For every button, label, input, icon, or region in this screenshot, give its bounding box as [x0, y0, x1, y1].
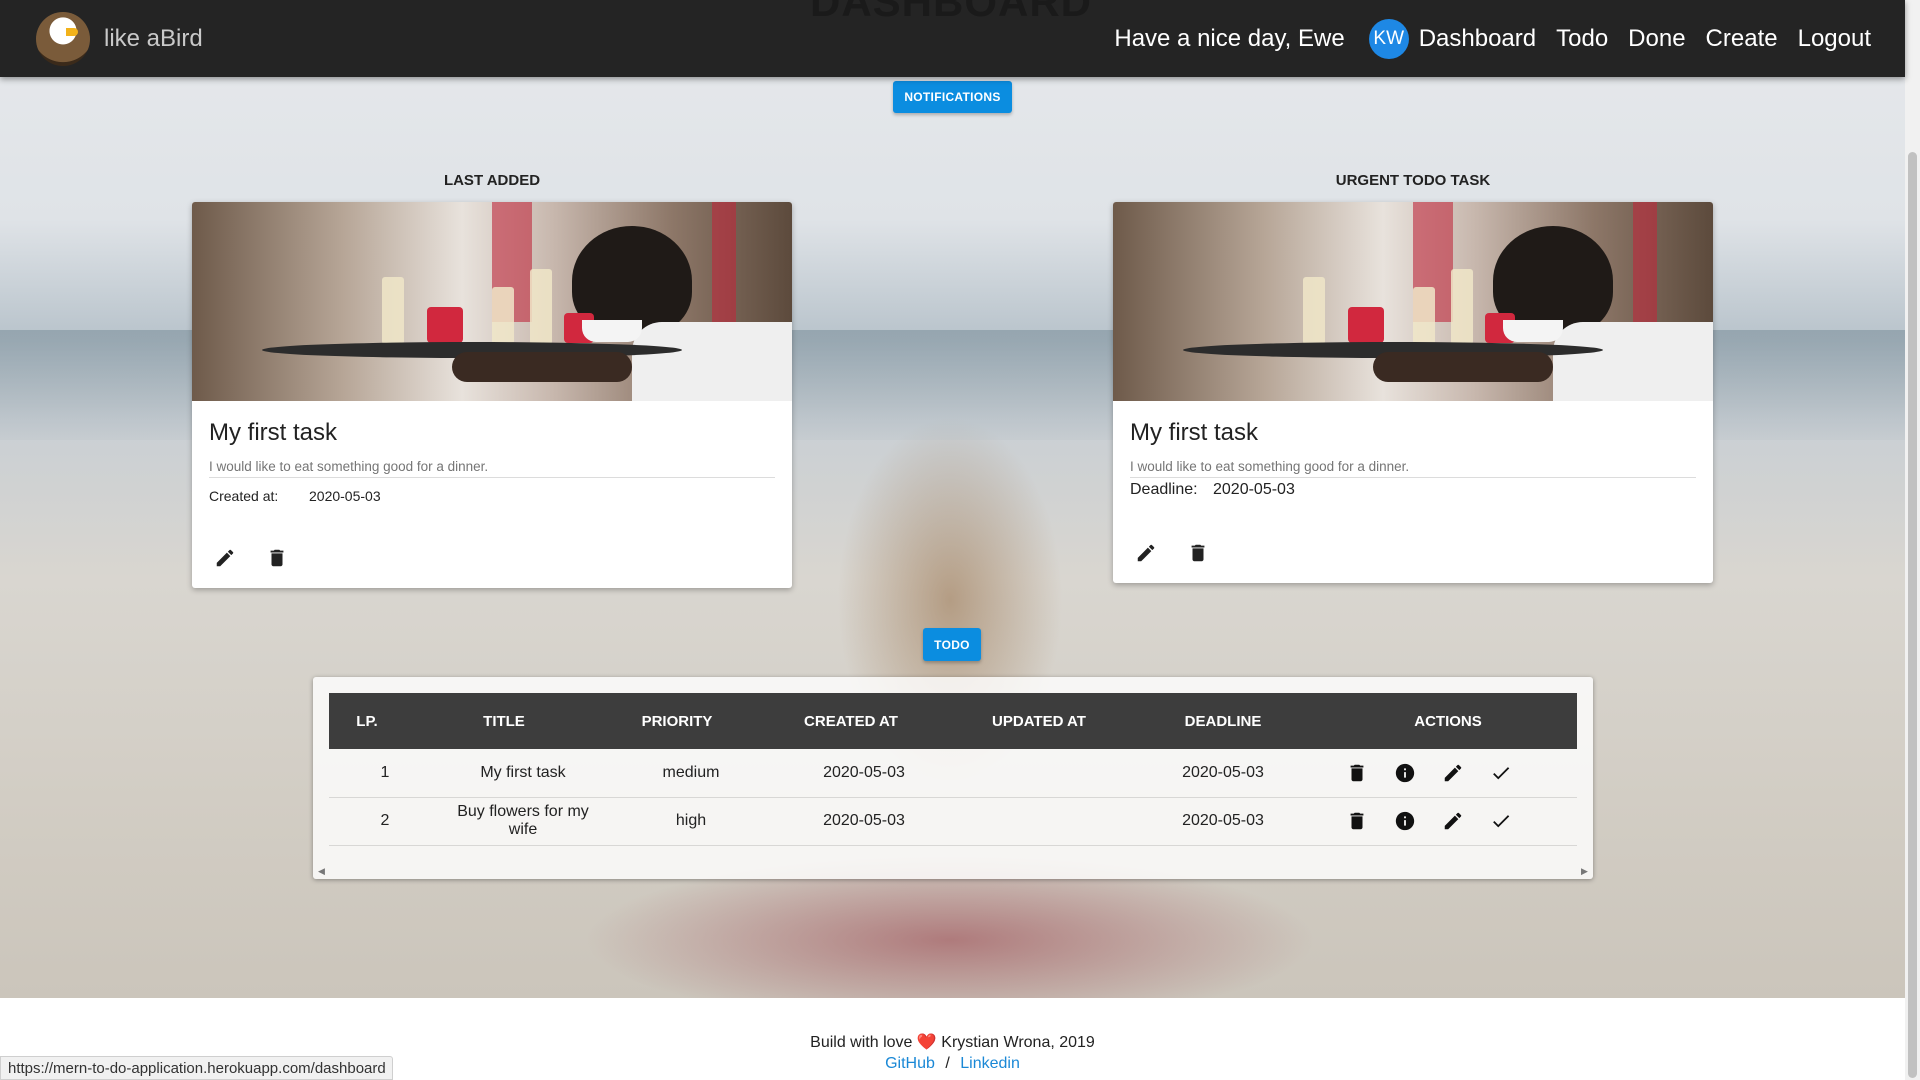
cell-priority: high [675, 812, 707, 829]
nav-link-logout[interactable]: Logout [1798, 25, 1871, 53]
linkedin-link[interactable]: Linkedin [960, 1055, 1020, 1072]
column-header-deadline[interactable]: DEADLINE [1127, 713, 1319, 730]
card-description: I would like to eat something good for a… [1130, 459, 1410, 474]
info-button[interactable] [1389, 805, 1421, 837]
column-header-actions: ACTIONS [1414, 712, 1482, 730]
nav-link-create[interactable]: Create [1706, 25, 1778, 53]
scroll-right-arrow-icon[interactable]: ▶ [1581, 866, 1588, 877]
column-header-title[interactable]: TITLE [405, 713, 603, 730]
row-actions [1319, 757, 1577, 789]
created-at-label: Created at: [209, 488, 279, 504]
cell-deadline: 2020-05-03 [1182, 812, 1264, 829]
pencil-icon [1137, 544, 1155, 562]
card-title: My first task [1130, 419, 1259, 446]
cell-title: Buy flowers for my wife [457, 803, 589, 838]
trash-icon [270, 549, 284, 567]
deadline-value: 2020-05-03 [1213, 481, 1295, 498]
pencil-icon [1444, 812, 1462, 830]
info-icon [1395, 763, 1415, 783]
card-title: My first task [209, 419, 338, 446]
cell-deadline: 2020-05-03 [1182, 764, 1264, 781]
trash-icon [1350, 764, 1364, 782]
nav-link-todo[interactable]: Todo [1556, 25, 1608, 53]
page-title: DASHBOARD [810, 0, 1092, 25]
trash-icon [1350, 812, 1364, 830]
eagle-logo-icon [36, 11, 90, 66]
footer-credit: Build with love ❤️ Krystian Wrona, 2019 [0, 1032, 1905, 1052]
deadline-row: Deadline: 2020-05-03 [1130, 481, 1295, 499]
last-added-card: My first task I would like to eat someth… [192, 202, 792, 588]
mark-done-button[interactable] [1485, 805, 1517, 837]
urgent-todo-heading: URGENT TODO TASK [1335, 172, 1491, 189]
divider [209, 477, 775, 478]
nav-link-done[interactable]: Done [1628, 25, 1685, 53]
deadline-label: Deadline: [1130, 481, 1198, 498]
created-at-row: Created at: 2020-05-03 [209, 488, 381, 504]
column-header-updated-at[interactable]: UPDATED AT [951, 713, 1127, 730]
table-header: LP. TITLE PRIORITY CREATED AT UPDATED AT… [329, 693, 1577, 749]
scrollbar-thumb[interactable] [1908, 152, 1917, 1078]
table-row: 1 My first task medium 2020-05-03 2020-0… [329, 749, 1577, 798]
avatar[interactable]: KW [1368, 18, 1409, 59]
last-added-heading: LAST ADDED [443, 172, 541, 189]
check-icon [1493, 767, 1510, 780]
table-row: 2 Buy flowers for my wife high 2020-05-0… [329, 797, 1577, 846]
check-icon [1493, 815, 1510, 828]
cell-created-at: 2020-05-03 [823, 812, 905, 829]
column-header-priority[interactable]: PRIORITY [603, 713, 751, 730]
link-separator: / [945, 1055, 950, 1072]
column-header-created-at[interactable]: CREATED AT [751, 713, 951, 730]
brand-name: like aBird [104, 24, 203, 52]
delete-button[interactable] [1182, 537, 1214, 569]
edit-button[interactable] [1130, 537, 1162, 569]
card-actions [1130, 537, 1234, 569]
heart-icon: ❤️ [916, 1034, 937, 1051]
top-navbar: like aBird DASHBOARD Have a nice day, Ew… [0, 0, 1905, 77]
trash-icon [1191, 544, 1205, 562]
delete-button[interactable] [1341, 757, 1373, 789]
footer-text-after: Krystian Wrona, 2019 [941, 1034, 1095, 1051]
card-image [192, 202, 792, 401]
nav-right: Have a nice day, Ewe KW Dashboard Todo D… [1114, 18, 1871, 59]
cell-title: My first task [480, 764, 566, 781]
scroll-left-arrow-icon[interactable]: ◀ [318, 866, 325, 877]
divider [1130, 477, 1696, 478]
nav-link-dashboard[interactable]: Dashboard [1419, 25, 1536, 53]
card-description: I would like to eat something good for a… [209, 459, 489, 474]
edit-button[interactable] [1437, 757, 1469, 789]
pencil-icon [216, 549, 234, 567]
cell-lp: 1 [380, 764, 390, 781]
notifications-button[interactable]: NOTIFICATIONS [893, 81, 1012, 113]
edit-button[interactable] [209, 542, 241, 574]
delete-button[interactable] [261, 542, 293, 574]
footer-text-before: Build with love [810, 1034, 913, 1051]
delete-button[interactable] [1341, 805, 1373, 837]
github-link[interactable]: GitHub [885, 1055, 935, 1072]
greeting-text: Have a nice day, Ewe [1114, 24, 1345, 52]
card-image [1113, 202, 1713, 401]
cell-created-at: 2020-05-03 [823, 764, 905, 781]
created-at-value: 2020-05-03 [309, 488, 381, 504]
todo-button[interactable]: TODO [923, 628, 981, 661]
row-actions [1319, 805, 1577, 837]
info-button[interactable] [1389, 757, 1421, 789]
pencil-icon [1444, 764, 1462, 782]
column-header-lp[interactable]: LP. [329, 713, 405, 730]
edit-button[interactable] [1437, 805, 1469, 837]
cell-lp: 2 [380, 812, 390, 829]
cell-priority: medium [662, 764, 720, 781]
card-actions [209, 542, 313, 574]
brand[interactable]: like aBird [36, 11, 203, 66]
status-bar-url: https://mern-to-do-application.herokuapp… [0, 1056, 393, 1080]
urgent-todo-card: My first task I would like to eat someth… [1113, 202, 1713, 583]
info-icon [1395, 811, 1415, 831]
mark-done-button[interactable] [1485, 757, 1517, 789]
